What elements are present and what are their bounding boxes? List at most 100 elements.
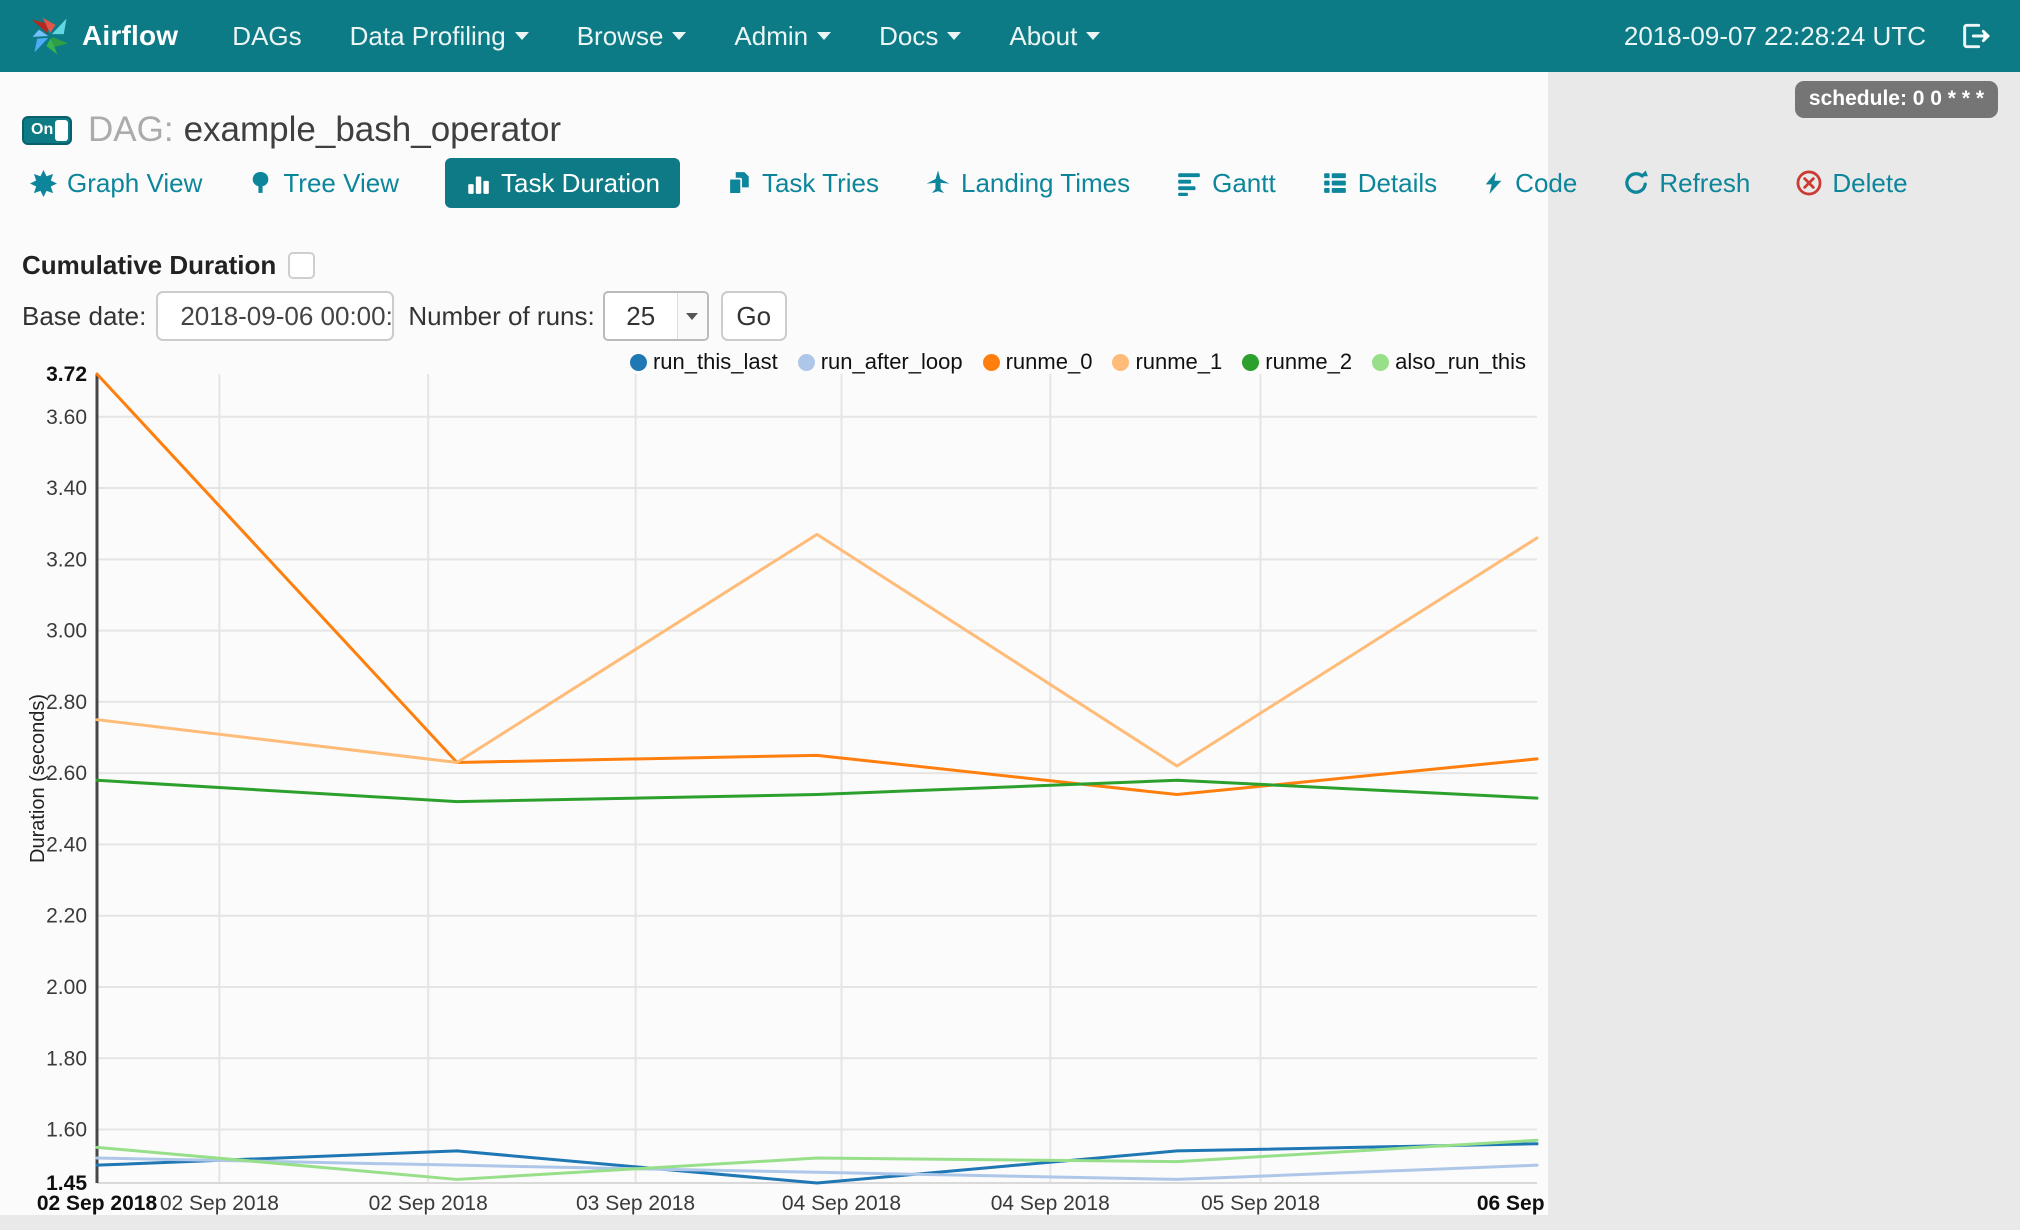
schedule-badge: schedule: 0 0 * * * [1794, 81, 1998, 118]
caret-down-icon [817, 32, 832, 40]
legend-label: runme_0 [1005, 349, 1093, 374]
tab-details[interactable]: Details [1322, 158, 1437, 208]
cumulative-duration-checkbox[interactable] [288, 252, 316, 279]
legend-item-also_run_this[interactable]: also_run_this [1372, 349, 1526, 375]
y-axis-tick: 2.20 [46, 905, 87, 928]
base-date-input[interactable] [156, 291, 395, 341]
delete-icon [1796, 170, 1822, 196]
tab-graph-view[interactable]: Graph View [30, 158, 202, 208]
legend-dot-icon [1372, 353, 1390, 371]
y-axis-tick: 2.40 [46, 833, 87, 856]
nav-item-docs[interactable]: Docs [855, 0, 985, 72]
tree-view-icon [248, 170, 273, 197]
nav-item-about[interactable]: About [985, 0, 1124, 72]
toggle-knob [55, 119, 68, 141]
x-axis-tick: 02 Sep 2018 [37, 1192, 158, 1215]
dag-prefix: DAG: [88, 110, 174, 149]
airflow-brand[interactable]: Airflow [28, 14, 178, 58]
utc-clock: 2018-09-07 22:28:24 UTC [1623, 20, 1926, 51]
x-axis-tick: 04 Sep 2018 [991, 1192, 1110, 1215]
tab-code[interactable]: Code [1483, 158, 1577, 208]
main-content: On DAG: example_bash_operator Graph View … [0, 72, 1908, 1215]
cumulative-duration-label: Cumulative Duration [22, 250, 277, 280]
dag-header: On DAG: example_bash_operator [22, 110, 1548, 150]
y-axis-title: Duration (seconds) [27, 694, 49, 863]
tab-gantt[interactable]: Gantt [1176, 158, 1276, 208]
nav-item-browse[interactable]: Browse [553, 0, 711, 72]
caret-down-icon [672, 32, 687, 40]
y-axis-tick: 3.40 [46, 477, 87, 500]
legend-dot-icon [1112, 353, 1130, 371]
details-icon [1322, 170, 1348, 196]
line-chart-svg: 3.72 3.60 3.40 3.20 3.00 2.80 2.60 2.40 2.20 2.00… [27, 363, 1597, 1215]
tab-task-tries[interactable]: Task Tries [726, 158, 879, 208]
airflow-pinwheel-logo-icon [28, 14, 72, 58]
landing-times-icon [925, 170, 951, 196]
airflow-task-duration-page: { "navbar": { "brand": "Airflow", "items… [0, 0, 2020, 1230]
caret-down-icon [514, 32, 529, 40]
task-duration-chart: run_this_last run_after_loop runme_0 runme_… [0, 345, 1597, 1222]
num-runs-select[interactable]: 25 [602, 291, 709, 341]
series-line-runme_1 [95, 532, 1539, 768]
y-axis-tick: 3.72 [46, 363, 87, 386]
code-icon [1483, 170, 1505, 196]
y-axis-tick: 3.00 [46, 620, 87, 643]
legend-item-runme_1[interactable]: runme_1 [1112, 349, 1222, 375]
x-axis-tick: 04 Sep 2018 [782, 1192, 901, 1215]
dag-view-tabs: Graph View Tree View Task Duration Task … [30, 158, 1908, 208]
num-runs-label: Number of runs: [408, 300, 595, 331]
x-axis-tick: 02 Sep 2018 [369, 1192, 488, 1215]
legend-dot-icon [982, 353, 1000, 371]
top-navbar: Airflow DAGs Data Profiling Browse Admin… [0, 0, 2020, 72]
nav-item-data-profiling[interactable]: Data Profiling [326, 0, 553, 72]
task-tries-icon [726, 170, 752, 196]
series-line-run_after_loop [95, 1156, 1539, 1181]
dag-on-toggle[interactable]: On [22, 115, 72, 145]
x-axis-tick: 06 Sep 2018 [1477, 1192, 1548, 1215]
logout-icon[interactable] [1960, 20, 1992, 52]
select-caret-icon [676, 293, 707, 339]
base-date-label: Base date: [22, 300, 147, 331]
tab-delete[interactable]: Delete [1796, 158, 1908, 208]
y-axis-tick: 2.80 [46, 691, 87, 714]
y-axis-tick: 3.60 [46, 406, 87, 429]
nav-menu: DAGs Data Profiling Browse Admin Docs Ab… [208, 0, 1124, 72]
legend-label: runme_2 [1265, 349, 1353, 374]
x-axis-tick: 03 Sep 2018 [576, 1192, 695, 1215]
x-axis-tick: 05 Sep 2018 [1201, 1192, 1320, 1215]
tab-task-duration[interactable]: Task Duration [444, 158, 680, 208]
legend-dot-icon [629, 353, 647, 371]
task-duration-icon [465, 170, 491, 196]
tab-landing-times[interactable]: Landing Times [925, 158, 1130, 208]
chart-legend: run_this_last run_after_loop runme_0 runme_… [629, 349, 1526, 375]
y-axis-tick: 1.80 [46, 1047, 87, 1070]
legend-label: run_this_last [652, 349, 778, 374]
legend-item-runme_2[interactable]: runme_2 [1242, 349, 1352, 375]
legend-label: run_after_loop [820, 349, 963, 374]
y-axis-tick: 3.20 [46, 548, 87, 571]
y-axis-tick: 2.00 [46, 976, 87, 999]
legend-item-run_after_loop[interactable]: run_after_loop [797, 349, 963, 375]
legend-item-runme_0[interactable]: runme_0 [982, 349, 1093, 375]
y-axis-tick: 1.60 [46, 1119, 87, 1142]
dag-name: example_bash_operator [183, 110, 562, 149]
x-axis-tick: 02 Sep 2018 [160, 1192, 279, 1215]
go-button[interactable]: Go [720, 291, 787, 341]
nav-item-dags[interactable]: DAGs [208, 0, 325, 72]
nav-item-admin[interactable]: Admin [710, 0, 855, 72]
caret-down-icon [1086, 32, 1101, 40]
series-line-runme_2 [95, 778, 1539, 804]
series-line-runme_0 [95, 372, 1539, 797]
legend-item-run_this_last[interactable]: run_this_last [629, 349, 778, 375]
tab-refresh[interactable]: Refresh [1623, 158, 1750, 208]
caret-down-icon [947, 32, 962, 40]
brand-name: Airflow [82, 20, 179, 51]
gantt-icon [1176, 170, 1202, 196]
legend-dot-icon [1242, 353, 1260, 371]
refresh-icon [1623, 170, 1649, 196]
legend-label: also_run_this [1395, 349, 1526, 374]
legend-dot-icon [797, 353, 815, 371]
legend-label: runme_1 [1135, 349, 1223, 374]
y-axis-tick: 2.60 [46, 762, 87, 785]
tab-tree-view[interactable]: Tree View [248, 158, 399, 208]
